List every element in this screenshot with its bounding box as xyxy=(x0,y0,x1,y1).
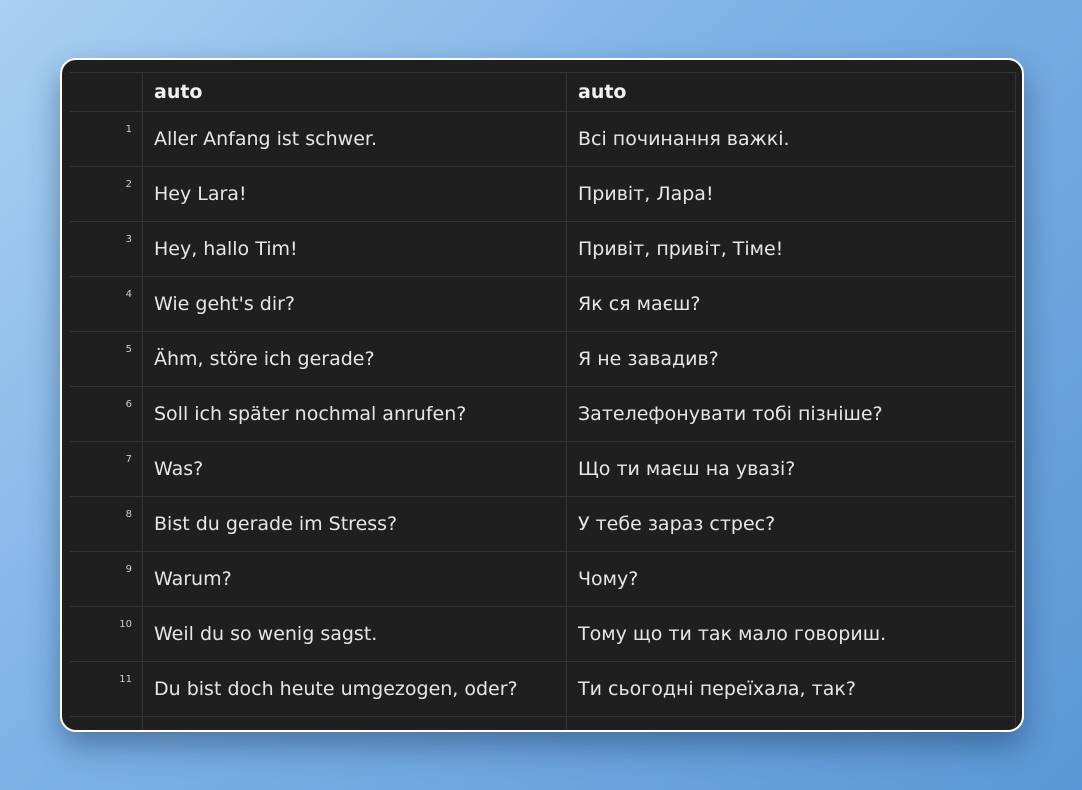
source-text-cell[interactable]: Bist du gerade im Stress? xyxy=(143,497,567,551)
target-text-cell[interactable]: Чому? xyxy=(567,552,1016,606)
row-number: 5 xyxy=(70,332,143,386)
table-row: 11 Du bist doch heute umgezogen, oder? Т… xyxy=(70,662,1016,717)
source-text-cell[interactable]: Wie geht's dir? xyxy=(143,277,567,331)
target-text-cell[interactable]: Тому що ти так мало говориш. xyxy=(567,607,1016,661)
target-text-cell[interactable]: Привіт, привіт, Тіме! xyxy=(567,222,1016,276)
row-number: 3 xyxy=(70,222,143,276)
table-row: 9 Warum? Чому? xyxy=(70,552,1016,607)
target-text-cell[interactable]: Ти сьогодні переїхала, так? xyxy=(567,662,1016,716)
row-number: 11 xyxy=(70,662,143,716)
target-language-header[interactable]: auto xyxy=(567,73,1016,111)
row-number: 9 xyxy=(70,552,143,606)
source-text-cell[interactable]: Soll ich später nochmal anrufen? xyxy=(143,387,567,441)
table-row: 2 Hey Lara! Привіт, Лара! xyxy=(70,167,1016,222)
source-text-cell[interactable]: Aller Anfang ist schwer. xyxy=(143,112,567,166)
table-row: 3 Hey, hallo Tim! Привіт, привіт, Тіме! xyxy=(70,222,1016,277)
row-number xyxy=(70,717,143,730)
row-number: 1 xyxy=(70,112,143,166)
target-text-cell[interactable] xyxy=(567,717,1016,730)
source-language-header[interactable]: auto xyxy=(143,73,567,111)
table-row-partial xyxy=(70,717,1016,730)
source-text-cell[interactable]: Du bist doch heute umgezogen, oder? xyxy=(143,662,567,716)
target-text-cell[interactable]: Я не завадив? xyxy=(567,332,1016,386)
source-text-cell[interactable]: Hey Lara! xyxy=(143,167,567,221)
translation-window: auto auto 1 Aller Anfang ist schwer. Всі… xyxy=(60,58,1024,732)
row-number: 8 xyxy=(70,497,143,551)
translation-table: auto auto 1 Aller Anfang ist schwer. Всі… xyxy=(70,72,1016,730)
target-text-cell[interactable]: Всі починання важкі. xyxy=(567,112,1016,166)
source-text-cell[interactable]: Weil du so wenig sagst. xyxy=(143,607,567,661)
source-text-cell[interactable] xyxy=(143,717,567,730)
table-header-row: auto auto xyxy=(70,72,1016,112)
table-row: 6 Soll ich später nochmal anrufen? Зател… xyxy=(70,387,1016,442)
source-text-cell[interactable]: Ähm, störe ich gerade? xyxy=(143,332,567,386)
row-number: 6 xyxy=(70,387,143,441)
table-row: 4 Wie geht's dir? Як ся маєш? xyxy=(70,277,1016,332)
table-row: 7 Was? Що ти маєш на увазі? xyxy=(70,442,1016,497)
row-number-header xyxy=(70,73,143,111)
row-number: 2 xyxy=(70,167,143,221)
source-text-cell[interactable]: Warum? xyxy=(143,552,567,606)
row-number: 10 xyxy=(70,607,143,661)
table-row: 1 Aller Anfang ist schwer. Всі починання… xyxy=(70,112,1016,167)
row-number: 4 xyxy=(70,277,143,331)
target-text-cell[interactable]: Як ся маєш? xyxy=(567,277,1016,331)
target-text-cell[interactable]: Привіт, Лара! xyxy=(567,167,1016,221)
table-row: 10 Weil du so wenig sagst. Тому що ти та… xyxy=(70,607,1016,662)
source-text-cell[interactable]: Hey, hallo Tim! xyxy=(143,222,567,276)
target-text-cell[interactable]: Що ти маєш на увазі? xyxy=(567,442,1016,496)
target-text-cell[interactable]: У тебе зараз стрес? xyxy=(567,497,1016,551)
table-row: 8 Bist du gerade im Stress? У тебе зараз… xyxy=(70,497,1016,552)
table-row: 5 Ähm, störe ich gerade? Я не завадив? xyxy=(70,332,1016,387)
source-text-cell[interactable]: Was? xyxy=(143,442,567,496)
target-text-cell[interactable]: Зателефонувати тобі пізніше? xyxy=(567,387,1016,441)
row-number: 7 xyxy=(70,442,143,496)
